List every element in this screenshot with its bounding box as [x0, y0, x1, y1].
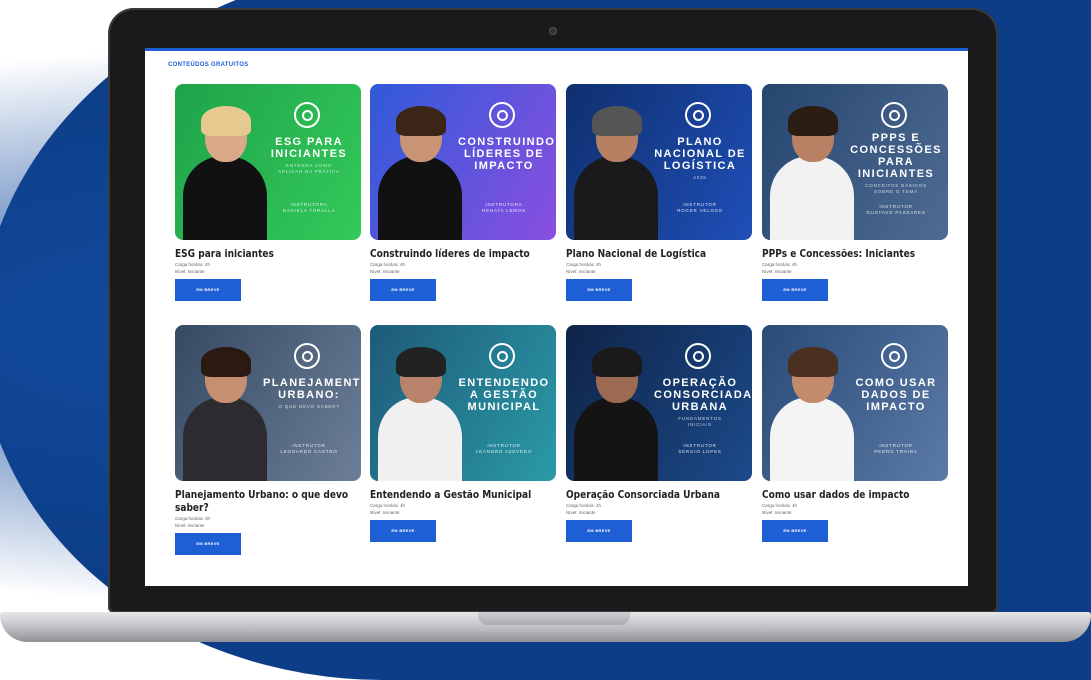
course-card[interactable]: CONSTRUINDO LÍDERES DE IMPACTO INSTRUTOR…: [370, 84, 558, 301]
course-thumbnail[interactable]: PLANEJAMENTO URBANO: O QUE DEVO SABER? I…: [175, 325, 361, 481]
coming-soon-button[interactable]: EM BREVE: [175, 279, 241, 301]
thumbnail-subtitle: FUNDAMENTOS INICIAIS: [678, 416, 722, 427]
thumbnail-subtitle: O QUE DEVO SABER?: [278, 404, 340, 409]
instructor-photo: [378, 347, 462, 481]
instructor-photo: [770, 347, 854, 481]
thumbnail-title: PLANO NACIONAL DE LOGÍSTICA: [654, 136, 746, 172]
brand-logo-icon: [685, 102, 711, 128]
course-hours: Carga horária: 4h: [762, 503, 798, 508]
course-thumbnail[interactable]: ESG PARA INICIANTES ENTENDA COMO APLICAR…: [175, 84, 361, 240]
laptop-screen: CONTEÚDOS GRATUITOS ESG PARA INICIANTES …: [145, 48, 968, 586]
brand-logo-icon: [685, 343, 711, 369]
course-thumbnail[interactable]: ENTENDENDO A GESTÃO MUNICIPAL INSTRUTOR …: [370, 325, 556, 481]
thumbnail-title: PPPS E CONCESSÕES PARA INICIANTES: [850, 132, 942, 180]
instructor-photo: [183, 347, 267, 481]
brand-logo-icon: [294, 343, 320, 369]
course-hours: Carga horária: 4h: [175, 516, 211, 521]
thumbnail-title: ENTENDENDO A GESTÃO MUNICIPAL: [458, 377, 550, 413]
screen-top-bar: [145, 48, 968, 51]
course-thumbnail[interactable]: PPPS E CONCESSÕES PARA INICIANTES CONCEI…: [762, 84, 948, 240]
course-title[interactable]: Construindo líderes de impacto: [370, 248, 552, 261]
course-title[interactable]: Planejamento Urbano: o que devo saber?: [175, 489, 357, 515]
section-title: CONTEÚDOS GRATUITOS: [168, 62, 249, 68]
coming-soon-button[interactable]: EM BREVE: [370, 279, 436, 301]
instructor-photo: [574, 347, 658, 481]
course-thumbnail[interactable]: OPERAÇÃO CONSORCIADA URBANA FUNDAMENTOS …: [566, 325, 752, 481]
course-hours: Carga horária: 4h: [566, 262, 602, 267]
course-level: Nível: Iniciante: [175, 522, 205, 528]
course-title[interactable]: Plano Nacional de Logística: [566, 248, 748, 261]
course-title[interactable]: Operação Consorciada Urbana: [566, 489, 748, 502]
course-card[interactable]: PPPS E CONCESSÕES PARA INICIANTES CONCEI…: [762, 84, 950, 301]
thumbnail-title: ESG PARA INICIANTES: [270, 136, 348, 160]
thumbnail-instructor: INSTRUTORA RENATA LEMOS: [482, 202, 526, 213]
course-hours: Carga horária: 4h: [762, 262, 798, 267]
course-hours: Carga horária: 4h: [370, 503, 406, 508]
course-title[interactable]: PPPs e Concessões: Iniciantes: [762, 248, 944, 261]
coming-soon-button[interactable]: EM BREVE: [762, 279, 828, 301]
course-card[interactable]: ENTENDENDO A GESTÃO MUNICIPAL INSTRUTOR …: [370, 325, 558, 542]
course-thumbnail[interactable]: COMO USAR DADOS DE IMPACTO INSTRUTOR PED…: [762, 325, 948, 481]
instructor-photo: [770, 106, 854, 240]
course-hours: Carga horária: 4h: [175, 262, 211, 267]
course-level: Nível: Iniciante: [762, 509, 792, 515]
course-thumbnail[interactable]: PLANO NACIONAL DE LOGÍSTICA 2035 INSTRUT…: [566, 84, 752, 240]
camera-icon: [550, 28, 556, 34]
course-card[interactable]: PLANEJAMENTO URBANO: O QUE DEVO SABER? I…: [175, 325, 363, 555]
course-title[interactable]: Entendendo a Gestão Municipal: [370, 489, 552, 502]
thumbnail-title: COMO USAR DADOS DE IMPACTO: [855, 377, 937, 413]
instructor-photo: [183, 106, 267, 240]
course-level: Nível: Iniciante: [370, 268, 400, 274]
instructor-photo: [574, 106, 658, 240]
course-hours: Carga horária: 4h: [566, 503, 602, 508]
coming-soon-button[interactable]: EM BREVE: [566, 520, 632, 542]
course-title[interactable]: ESG para iniciantes: [175, 248, 357, 261]
brand-logo-icon: [881, 343, 907, 369]
brand-logo-icon: [881, 102, 907, 128]
thumbnail-subtitle: 2035: [693, 175, 707, 180]
thumbnail-instructor: INSTRUTOR SÉRGIO LOPES: [678, 443, 722, 454]
laptop-notch: [478, 612, 630, 625]
thumbnail-instructor: INSTRUTORA DANIELA TORALLA: [282, 202, 336, 213]
course-level: Nível: Iniciante: [175, 268, 205, 274]
course-level: Nível: Iniciante: [566, 509, 596, 515]
brand-logo-icon: [294, 102, 320, 128]
brand-logo-icon: [489, 343, 515, 369]
thumbnail-subtitle: CONCEITOS BÁSICOS SOBRE O TEMA: [865, 183, 927, 194]
thumbnail-instructor: INSTRUTOR LEANDRO AZEVEDO: [475, 443, 533, 454]
course-title[interactable]: Como usar dados de impacto: [762, 489, 944, 502]
coming-soon-button[interactable]: EM BREVE: [370, 520, 436, 542]
thumbnail-title: CONSTRUINDO LÍDERES DE IMPACTO: [458, 136, 556, 172]
thumbnail-title: OPERAÇÃO CONSORCIADA URBANA: [654, 377, 752, 413]
thumbnail-instructor: INSTRUTOR PEDRO TRAINA: [874, 443, 918, 454]
course-card[interactable]: PLANO NACIONAL DE LOGÍSTICA 2035 INSTRUT…: [566, 84, 754, 301]
course-level: Nível: Iniciante: [370, 509, 400, 515]
thumbnail-instructor: INSTRUTOR LEONARDO CASTRO: [280, 443, 338, 454]
course-thumbnail[interactable]: CONSTRUINDO LÍDERES DE IMPACTO INSTRUTOR…: [370, 84, 556, 240]
coming-soon-button[interactable]: EM BREVE: [566, 279, 632, 301]
course-card[interactable]: OPERAÇÃO CONSORCIADA URBANA FUNDAMENTOS …: [566, 325, 754, 542]
thumbnail-subtitle: ENTENDA COMO APLICAR NA PRÁTICA: [278, 163, 340, 174]
course-card[interactable]: COMO USAR DADOS DE IMPACTO INSTRUTOR PED…: [762, 325, 950, 542]
coming-soon-button[interactable]: EM BREVE: [175, 533, 241, 555]
course-hours: Carga horária: 4h: [370, 262, 406, 267]
course-level: Nível: Iniciante: [566, 268, 596, 274]
thumbnail-instructor: INSTRUTOR GUSTAVO PASSARES: [866, 204, 926, 215]
instructor-photo: [378, 106, 462, 240]
brand-logo-icon: [489, 102, 515, 128]
thumbnail-title: PLANEJAMENTO URBANO:: [263, 377, 361, 401]
course-level: Nível: Iniciante: [762, 268, 792, 274]
course-card[interactable]: ESG PARA INICIANTES ENTENDA COMO APLICAR…: [175, 84, 363, 301]
thumbnail-instructor: INSTRUTOR ROGER VELOSO: [677, 202, 723, 213]
coming-soon-button[interactable]: EM BREVE: [762, 520, 828, 542]
